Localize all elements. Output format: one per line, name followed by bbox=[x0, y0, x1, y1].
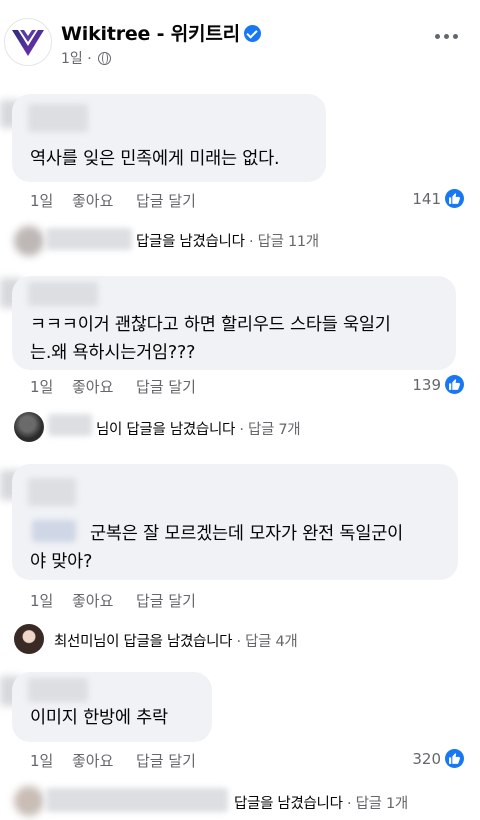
view-replies-link[interactable]: 님이 답글을 남겼습니다 · 답글 7개 bbox=[96, 418, 301, 439]
reply-count: · 답글 7개 bbox=[239, 422, 301, 438]
comment-age[interactable]: 1일 bbox=[30, 750, 53, 771]
comment-age[interactable]: 1일 bbox=[30, 376, 53, 397]
commenter-name[interactable] bbox=[28, 104, 88, 132]
more-options-icon[interactable] bbox=[435, 34, 458, 39]
reaction-count: 141 bbox=[412, 190, 441, 208]
like-reaction-icon bbox=[445, 375, 464, 394]
reply-summary: 답글을 남겼습니다 bbox=[136, 234, 245, 250]
comment-text: 이미지 한방에 추락 bbox=[30, 708, 168, 728]
post-meta: 1일 · bbox=[61, 48, 112, 68]
verified-badge-icon bbox=[243, 25, 261, 42]
reply-avatar[interactable] bbox=[14, 412, 44, 442]
like-button[interactable]: 좋아요 bbox=[72, 376, 113, 397]
reply-author-name[interactable] bbox=[46, 788, 228, 812]
commenter-name[interactable] bbox=[28, 282, 98, 306]
comment-text: ㅋㅋㅋ이거 괜찮다고 하면 할리우드 스타들 욱일기 는.왜 욕하시는거임??? bbox=[30, 315, 391, 363]
comment-text: 역사를 잊은 민족에게 미래는 없다. bbox=[30, 149, 280, 169]
reaction-count: 139 bbox=[412, 376, 441, 394]
comment-age[interactable]: 1일 bbox=[30, 190, 53, 211]
reply-author-name[interactable] bbox=[48, 414, 92, 436]
reply-count: · 답글 4개 bbox=[236, 634, 298, 650]
page-name[interactable]: Wikitree - 위키트리 bbox=[61, 23, 240, 45]
commenter-name[interactable] bbox=[28, 678, 88, 702]
reply-button[interactable]: 답글 달기 bbox=[136, 190, 196, 211]
comment-age[interactable]: 1일 bbox=[30, 590, 53, 611]
reply-summary: 답글을 남겼습니다 bbox=[234, 796, 343, 812]
page-logo[interactable] bbox=[4, 18, 52, 66]
comment-text: 군복은 잘 모르겠는데 모자가 완전 독일군이 야 맞아? bbox=[30, 524, 404, 572]
reaction-summary[interactable]: 141 bbox=[412, 189, 464, 208]
page-title[interactable]: Wikitree - 위키트리 bbox=[61, 19, 261, 46]
reply-author: 최선미 bbox=[54, 634, 94, 650]
reply-count: · 답글 11개 bbox=[248, 234, 319, 250]
view-replies-link[interactable]: 답글을 남겼습니다 · 답글 11개 bbox=[136, 230, 319, 251]
reply-avatar[interactable] bbox=[14, 226, 44, 256]
wikitree-logo-icon bbox=[12, 30, 44, 56]
reply-count: · 답글 1개 bbox=[346, 796, 408, 812]
post-age[interactable]: 1일 bbox=[61, 51, 83, 67]
like-button[interactable]: 좋아요 bbox=[72, 750, 113, 771]
reply-avatar[interactable] bbox=[14, 786, 44, 816]
reaction-count: 320 bbox=[412, 750, 441, 768]
reply-summary: 님이 답글을 남겼습니다 bbox=[96, 422, 236, 438]
reply-author-name[interactable] bbox=[46, 228, 132, 250]
reply-button[interactable]: 답글 달기 bbox=[136, 750, 196, 771]
meta-separator: · bbox=[87, 51, 92, 67]
commenter-name[interactable] bbox=[28, 478, 76, 506]
reply-button[interactable]: 답글 달기 bbox=[136, 590, 196, 611]
reply-avatar[interactable] bbox=[14, 624, 44, 654]
like-button[interactable]: 좋아요 bbox=[72, 590, 113, 611]
reply-button[interactable]: 답글 달기 bbox=[136, 376, 196, 397]
globe-icon bbox=[98, 52, 112, 65]
view-replies-link[interactable]: 최선미님이 답글을 남겼습니다 · 답글 4개 bbox=[54, 630, 298, 651]
reaction-summary[interactable]: 139 bbox=[412, 375, 464, 394]
like-reaction-icon bbox=[445, 749, 464, 768]
like-reaction-icon bbox=[445, 189, 464, 208]
like-button[interactable]: 좋아요 bbox=[72, 190, 113, 211]
reaction-summary[interactable]: 320 bbox=[412, 749, 464, 768]
view-replies-link[interactable]: 답글을 남겼습니다 · 답글 1개 bbox=[234, 792, 408, 813]
reply-summary: 님이 답글을 남겼습니다 bbox=[93, 634, 233, 650]
